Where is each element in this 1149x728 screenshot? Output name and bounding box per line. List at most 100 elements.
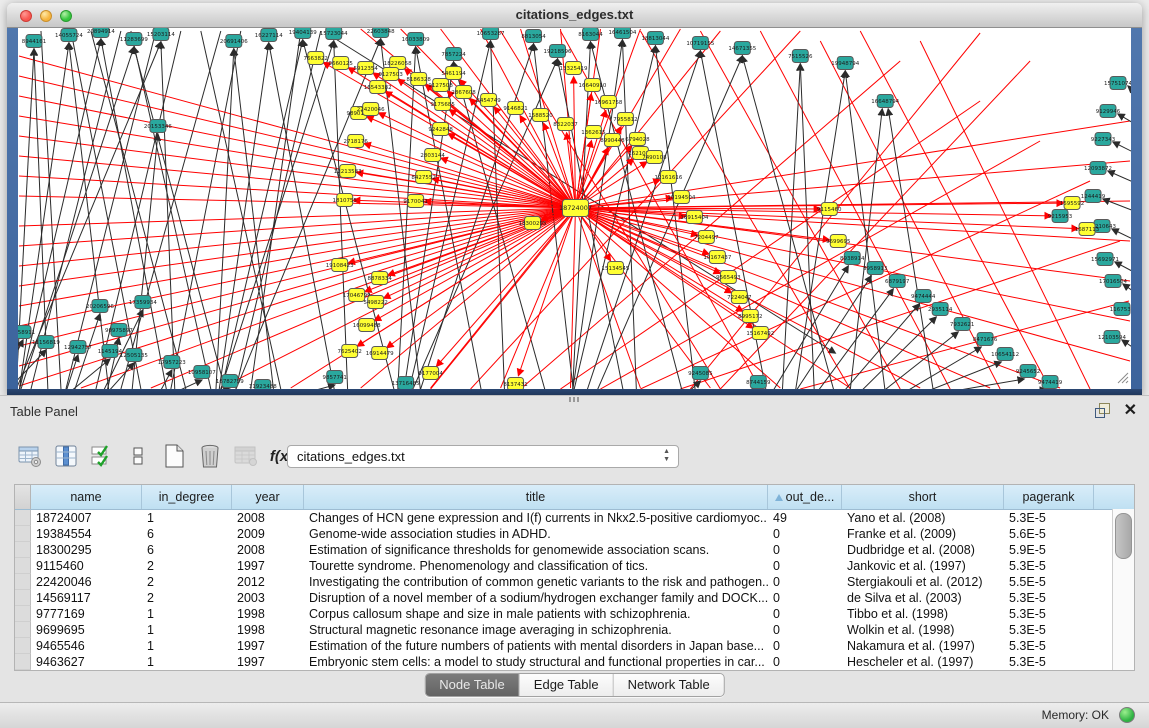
cell: 0 [768,558,842,574]
graph-node-label: 7932621 [950,322,974,328]
canvas-resize-grip[interactable] [1118,373,1128,383]
table-row[interactable]: 946554611997Estimation of the future num… [15,638,1134,654]
graph-node-label: 19948794 [831,61,859,67]
graph-node-label: 2803144 [420,153,445,159]
citation-edge-red [19,196,576,208]
cell: Embryonic stem cells: a model to study s… [304,654,768,670]
graph-node-label: 16033809 [402,37,430,43]
graph-node-label: 9242848 [428,127,453,133]
rows-button[interactable] [124,443,151,470]
column-header-pagerank[interactable]: pagerank [1004,485,1094,509]
graph-node-label: 1244419 [1081,194,1106,200]
graph-node-label: 20206596 [86,304,114,310]
column-header-name[interactable]: name [31,485,142,509]
tab-node-table[interactable]: Node Table [425,674,520,696]
graph-node-label: 7663822 [304,56,328,62]
citation-edge-red [19,208,576,366]
table-options-button[interactable] [16,443,43,470]
scrollbar-thumb[interactable] [1115,513,1132,559]
graph-edge [108,363,134,389]
graph-node-label: 8944161 [22,39,46,45]
cell: 6 [142,542,232,558]
cell: Stergiakouli et al. (2012) [842,574,1004,590]
tab-network-table[interactable]: Network Table [614,674,724,696]
table-row[interactable]: 1938455462009Genome-wide association stu… [15,526,1134,542]
vertical-scrollbar[interactable] [1112,509,1134,670]
graph-node-label: 15723044 [320,31,348,37]
panel-divider[interactable] [569,397,581,402]
cell: Hescheler et al. (1997) [842,654,1004,670]
citation-edge-red [760,31,950,389]
table-row[interactable]: 969969511998Structural magnetic resonanc… [15,622,1134,638]
graph-node-label: 12103594 [1098,335,1126,341]
column-header-out-degree[interactable]: out_de... [768,485,842,509]
cell: 9465546 [31,638,142,654]
graph-node-label: 10167437 [703,255,731,261]
row-gutter-cell [15,654,31,670]
graph-node-label: 9127508 [428,83,453,89]
graph-node-label: 8938914 [840,256,865,262]
graph-node-label: 16227114 [255,33,283,39]
column-header-year[interactable]: year [232,485,304,509]
table-row[interactable]: 977716911998Corpus callosum shape and si… [15,606,1134,622]
graph-edge [220,41,334,389]
graph-edge [134,47,226,389]
cell: 2 [142,590,232,606]
graph-node-label: 5498222 [363,300,387,306]
cell: 1 [142,510,232,526]
graph-node-label: 8163044 [578,32,603,38]
show-column-button[interactable] [52,443,79,470]
graph-node-label: 1595592 [1060,201,1084,207]
graph-node-label: 6879197 [885,279,910,285]
graph-edge [101,39,167,389]
column-header-title[interactable]: title [304,485,768,509]
graph-edge [800,64,814,389]
table-row[interactable]: 2242004622012Investigating the contribut… [15,574,1134,590]
graph-edge [161,42,175,389]
cell: 2012 [232,574,304,590]
table-row[interactable]: 1456911722003Disruption of a novel membe… [15,590,1134,606]
graph-node-label: 15203114 [147,32,175,38]
graph-node-label: 16961758 [595,100,623,106]
cell: 2 [142,558,232,574]
graph-node-label: 10719155 [686,41,714,47]
citation-edge-red [571,208,576,388]
graph-node-label: 19404139 [289,30,317,36]
cell: 9115460 [31,558,142,574]
row-selection-button[interactable] [88,443,115,470]
graph-node-label: 5461194 [441,71,466,77]
cell: 0 [768,542,842,558]
table-row[interactable]: 1830029562008Estimation of significance … [15,542,1134,558]
table-row[interactable]: 1872400712008Changes of HCN gene express… [15,510,1134,526]
create-column-button[interactable] [160,443,187,470]
window-title: citations_edges.txt [7,7,1142,22]
graph-node-label: 9177004 [418,371,443,377]
cell: 9777169 [31,606,142,622]
table-row[interactable]: 946362711997Embryonic stem cells: a mode… [15,654,1134,670]
graph-node-label: 20894914 [87,29,115,35]
graph-node-label: 1588520 [528,113,553,119]
row-gutter-cell [15,510,31,526]
network-graph[interactable]: 8944161140557242089491411283699152031142… [18,28,1131,389]
float-panel-icon[interactable] [1095,403,1110,418]
delete-column-button[interactable] [196,443,223,470]
network-table-select-value: citations_edges.txt [297,449,405,464]
cell: Changes of HCN gene expression and I(f) … [304,510,768,526]
tab-edge-table[interactable]: Edge Table [520,674,614,696]
column-header-in-degree[interactable]: in_degree [142,485,232,509]
table-row[interactable]: 911546021997Tourette syndrome. Phenomeno… [15,558,1134,574]
close-panel-icon[interactable]: ✕ [1124,403,1137,418]
graph-edge [882,332,958,389]
window-title-bar[interactable]: citations_edges.txt [7,3,1142,28]
graph-node-label: 12505135 [120,353,148,359]
cell: Nakamura et al. (1997) [842,638,1004,654]
delete-table-button-disabled[interactable] [232,443,259,470]
cell: Structural magnetic resonance image aver… [304,622,768,638]
graph-node-label: 15167492 [746,331,774,337]
network-canvas[interactable]: 8944161140557242089491411283699152031142… [18,28,1131,389]
graph-node-label: 9146821 [503,106,527,112]
graph-node-label: 7625402 [337,349,361,355]
network-table-select[interactable]: citations_edges.txt ▲▼ [287,445,679,468]
column-header-short[interactable]: short [842,485,1004,509]
graph-node-label: 12213583 [334,169,362,175]
